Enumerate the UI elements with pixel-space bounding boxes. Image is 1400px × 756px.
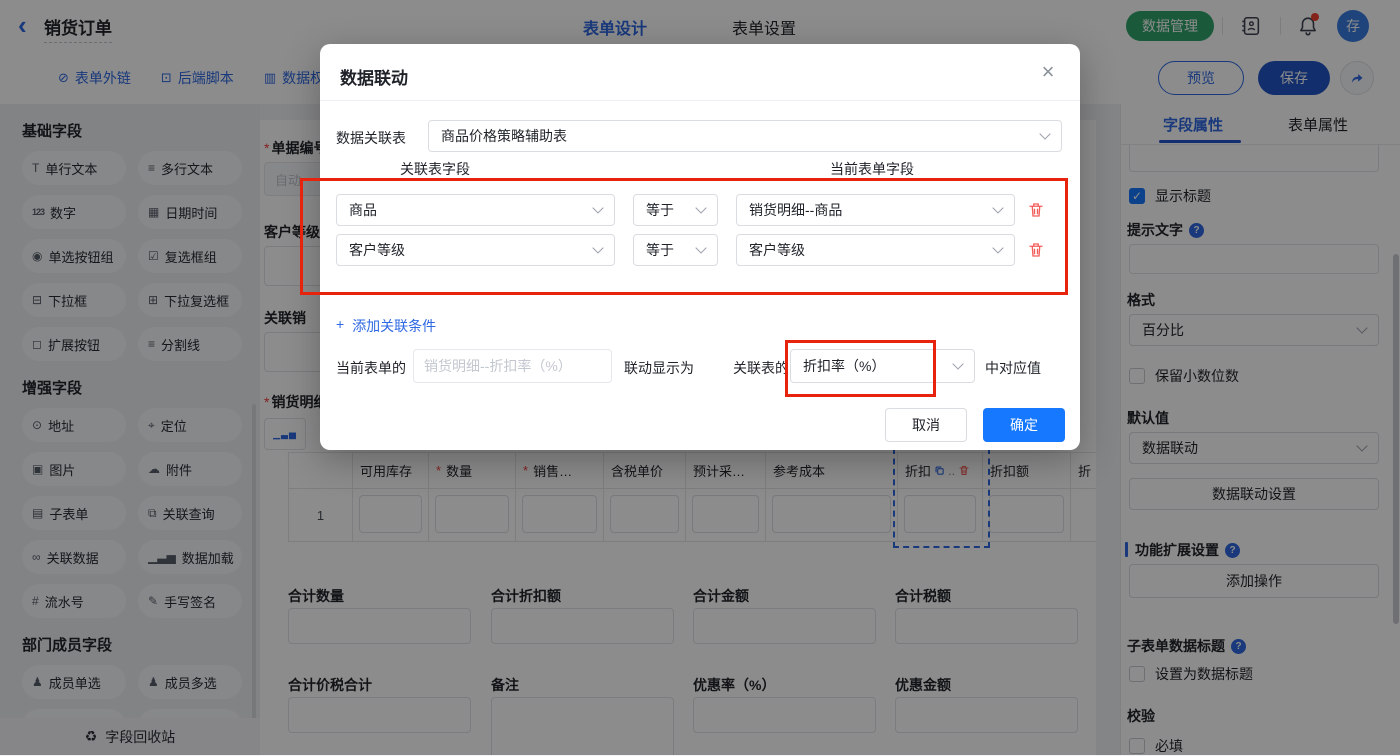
- condition1-field-select[interactable]: 商品: [336, 194, 615, 226]
- condition1-target: 销货明细--商品: [749, 202, 843, 218]
- data-linkage-modal: 数据联动 × 数据关联表 商品价格策略辅助表 关联表字段 当前表单字段 商品 等…: [320, 44, 1080, 450]
- modal-header-divider: [320, 100, 1080, 101]
- delete-condition2-icon[interactable]: [1027, 240, 1045, 260]
- add-condition-label: 添加关联条件: [352, 318, 437, 334]
- condition2-op: 等于: [646, 242, 674, 258]
- chevron-down-icon: [592, 242, 604, 254]
- chevron-down-icon: [695, 242, 707, 254]
- cancel-button[interactable]: 取消: [885, 408, 967, 442]
- relation-table-select[interactable]: 商品价格策略辅助表: [428, 120, 1062, 152]
- column-header-current-field: 当前表单字段: [830, 161, 914, 177]
- condition2-target: 客户等级: [749, 242, 805, 258]
- current-field-input[interactable]: 销货明细--折扣率（%）: [413, 349, 612, 383]
- delete-condition1-icon[interactable]: [1027, 200, 1045, 220]
- modal-title: 数据联动: [340, 69, 408, 88]
- column-header-related-field: 关联表字段: [400, 161, 470, 177]
- condition2-field: 客户等级: [349, 242, 405, 258]
- link-display-as-label: 联动显示为: [624, 360, 694, 376]
- chevron-down-icon: [952, 358, 964, 370]
- relation-table-value: 商品价格策略辅助表: [441, 128, 567, 144]
- related-field-value: 折扣率（%）: [803, 358, 886, 374]
- add-condition-link[interactable]: + 添加关联条件: [336, 316, 436, 336]
- chevron-down-icon: [695, 202, 707, 214]
- condition1-target-select[interactable]: 销货明细--商品: [736, 194, 1015, 226]
- plus-icon: +: [336, 316, 345, 332]
- confirm-button[interactable]: 确定: [983, 408, 1065, 442]
- corresponding-value-suffix: 中对应值: [985, 360, 1041, 376]
- condition2-op-select[interactable]: 等于: [633, 234, 718, 266]
- related-field-select[interactable]: 折扣率（%）: [790, 349, 975, 383]
- condition1-op-select[interactable]: 等于: [633, 194, 718, 226]
- chevron-down-icon: [592, 202, 604, 214]
- condition2-field-select[interactable]: 客户等级: [336, 234, 615, 266]
- condition1-field: 商品: [349, 202, 377, 218]
- chevron-down-icon: [1039, 128, 1051, 140]
- chevron-down-icon: [992, 202, 1004, 214]
- related-table-prefix: 关联表的: [733, 360, 789, 376]
- current-form-prefix: 当前表单的: [336, 360, 406, 376]
- condition1-op: 等于: [646, 202, 674, 218]
- chevron-down-icon: [992, 242, 1004, 254]
- relation-table-label: 数据关联表: [336, 130, 406, 146]
- close-icon[interactable]: ×: [1032, 56, 1064, 88]
- condition2-target-select[interactable]: 客户等级: [736, 234, 1015, 266]
- current-field-placeholder: 销货明细--折扣率（%）: [424, 358, 572, 374]
